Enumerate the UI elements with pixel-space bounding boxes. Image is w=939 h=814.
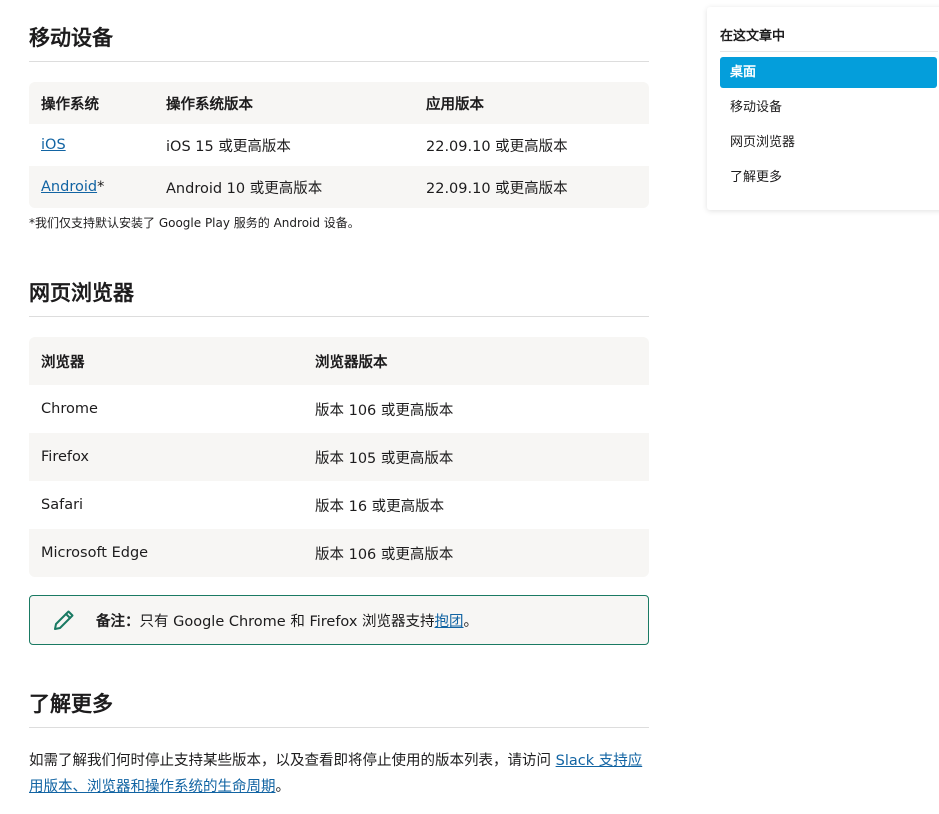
section-title-learn-more: 了解更多 [29, 688, 649, 728]
table-cell: Firefox [41, 449, 89, 465]
toc-item-learn-more[interactable]: 了解更多 [720, 162, 937, 193]
table-cell: 22.09.10 或更高版本 [426, 138, 568, 155]
table-cell: Android 10 或更高版本 [166, 180, 323, 197]
column-header: 操作系统版本 [166, 96, 253, 113]
footnote: *我们仅支持默认安装了 Google Play 服务的 Android 设备。 [29, 216, 360, 230]
table-row: Microsoft Edge 版本 106 或更高版本 [29, 529, 649, 577]
note-callout: 备注：只有 Google Chrome 和 Firefox 浏览器支持抱团。 [29, 595, 649, 645]
mobile-table: 操作系统 操作系统版本 应用版本 iOS iOS 15 或更高版本 22.09.… [29, 82, 649, 208]
table-of-contents: 在这文章中 桌面 移动设备 网页浏览器 了解更多 [707, 7, 939, 210]
toc-item-browser[interactable]: 网页浏览器 [720, 127, 937, 158]
table-cell: 版本 106 或更高版本 [315, 402, 454, 419]
table-cell: 版本 105 或更高版本 [315, 450, 454, 467]
column-header: 浏览器 [41, 354, 85, 371]
learn-more-paragraph: 如需了解我们何时停止支持某些版本，以及查看即将停止使用的版本列表，请访问 Sla… [29, 748, 649, 800]
browser-table: 浏览器 浏览器版本 Chrome 版本 106 或更高版本 Firefox 版本… [29, 337, 649, 577]
table-cell: iOS [29, 124, 154, 166]
table-cell: Chrome [41, 401, 98, 417]
table-header-row: 操作系统 操作系统版本 应用版本 [29, 82, 649, 124]
table-row: Chrome 版本 106 或更高版本 [29, 385, 649, 433]
android-link[interactable]: Android [41, 179, 97, 195]
table-row: iOS iOS 15 或更高版本 22.09.10 或更高版本 [29, 124, 649, 166]
table-row: Firefox 版本 105 或更高版本 [29, 433, 649, 481]
note-label: 备注： [96, 613, 140, 630]
os-suffix: * [97, 179, 105, 195]
table-row: Safari 版本 16 或更高版本 [29, 481, 649, 529]
learn-more-text: 如需了解我们何时停止支持某些版本，以及查看即将停止使用的版本列表，请访问 [29, 753, 556, 769]
note-text: 只有 Google Chrome 和 Firefox 浏览器支持 [139, 613, 435, 630]
ios-link[interactable]: iOS [41, 137, 66, 153]
column-header: 浏览器版本 [315, 354, 388, 371]
learn-more-end: 。 [275, 779, 291, 795]
table-row: Android* Android 10 或更高版本 22.09.10 或更高版本 [29, 166, 649, 208]
column-header: 操作系统 [41, 96, 99, 113]
pencil-icon [54, 610, 74, 630]
table-cell: 版本 106 或更高版本 [315, 546, 454, 563]
table-cell: iOS 15 或更高版本 [166, 138, 291, 155]
table-cell: 22.09.10 或更高版本 [426, 180, 568, 197]
section-title-mobile: 移动设备 [29, 22, 649, 62]
section-title-browser: 网页浏览器 [29, 277, 649, 317]
toc-item-desktop[interactable]: 桌面 [720, 57, 937, 88]
toc-item-mobile[interactable]: 移动设备 [720, 92, 937, 123]
toc-title: 在这文章中 [720, 25, 938, 52]
table-cell: Microsoft Edge [41, 545, 149, 561]
table-cell: Safari [41, 497, 84, 513]
note-end: 。 [463, 613, 479, 630]
table-cell: 版本 16 或更高版本 [315, 498, 445, 515]
huddles-link[interactable]: 抱团 [435, 614, 464, 630]
column-header: 应用版本 [426, 96, 484, 113]
table-cell: Android* [29, 166, 154, 208]
table-header-row: 浏览器 浏览器版本 [29, 337, 649, 385]
